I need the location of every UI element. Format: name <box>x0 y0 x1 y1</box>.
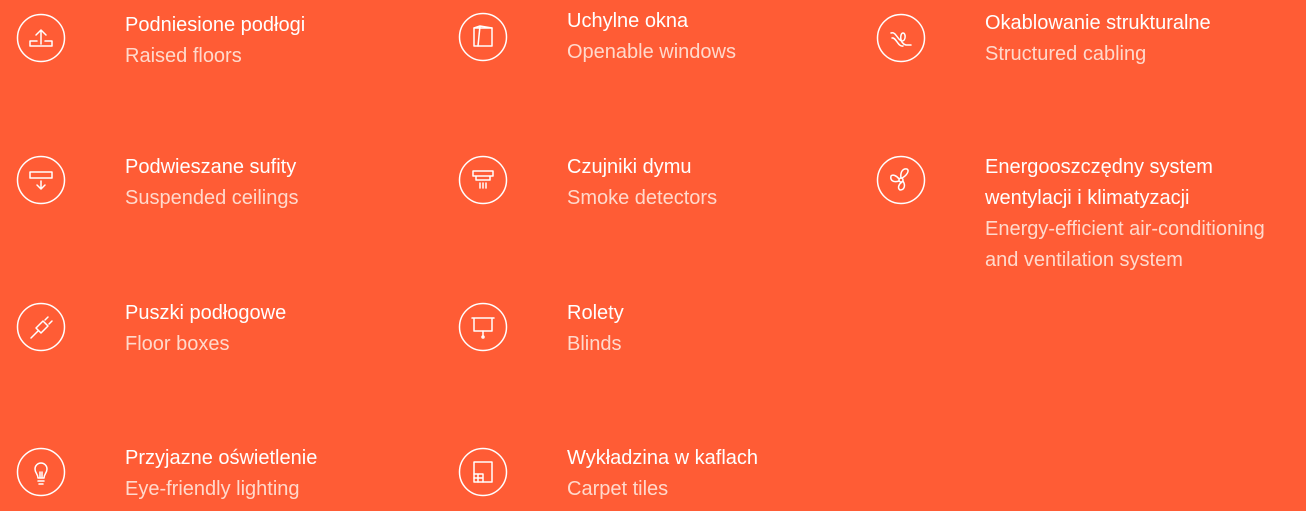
feature-title-en: Smoke detectors <box>567 187 718 209</box>
plug-icon <box>16 302 66 352</box>
feature-title-pl: Rolety <box>567 302 624 324</box>
feature-title-en: Structured cabling <box>985 43 1147 65</box>
smoke-detector-icon <box>458 155 508 205</box>
feature-title-pl: Przyjazne oświetlenie <box>125 447 318 469</box>
feature-title-en: Blinds <box>567 333 622 355</box>
feature-title-pl: Energooszczędny system <box>985 156 1213 178</box>
feature-title-pl: Okablowanie strukturalne <box>985 12 1211 34</box>
feature-title-pl: Puszki podłogowe <box>125 302 287 324</box>
feature-title-pl: Wykładzina w kaflach <box>567 447 759 469</box>
feature-title-en: Floor boxes <box>125 333 230 355</box>
openable-window-icon <box>458 12 508 62</box>
feature-title-pl: Czujniki dymu <box>567 156 692 178</box>
feature-title-en: Openable windows <box>567 41 736 63</box>
raised-floor-icon <box>16 13 66 63</box>
feature-title-pl: Uchylne okna <box>567 10 689 32</box>
feature-title-en: Energy-efficient air-conditioning <box>985 218 1265 240</box>
carpet-tiles-icon <box>458 447 508 497</box>
feature-title-pl-line2: wentylacji i klimatyzacji <box>985 187 1190 209</box>
feature-title-pl: Podwieszane sufity <box>125 156 297 178</box>
feature-title-en: Raised floors <box>125 45 242 67</box>
feature-title-en: Suspended ceilings <box>125 187 299 209</box>
fan-icon <box>876 155 926 205</box>
feature-title-en: Carpet tiles <box>567 478 669 500</box>
lightbulb-icon <box>16 447 66 497</box>
feature-title-en-line2: and ventilation system <box>985 249 1183 271</box>
blinds-icon <box>458 302 508 352</box>
suspended-ceiling-icon <box>16 155 66 205</box>
cable-icon <box>876 13 926 63</box>
feature-title-pl: Podniesione podłogi <box>125 14 306 36</box>
feature-title-en: Eye-friendly lighting <box>125 478 300 500</box>
